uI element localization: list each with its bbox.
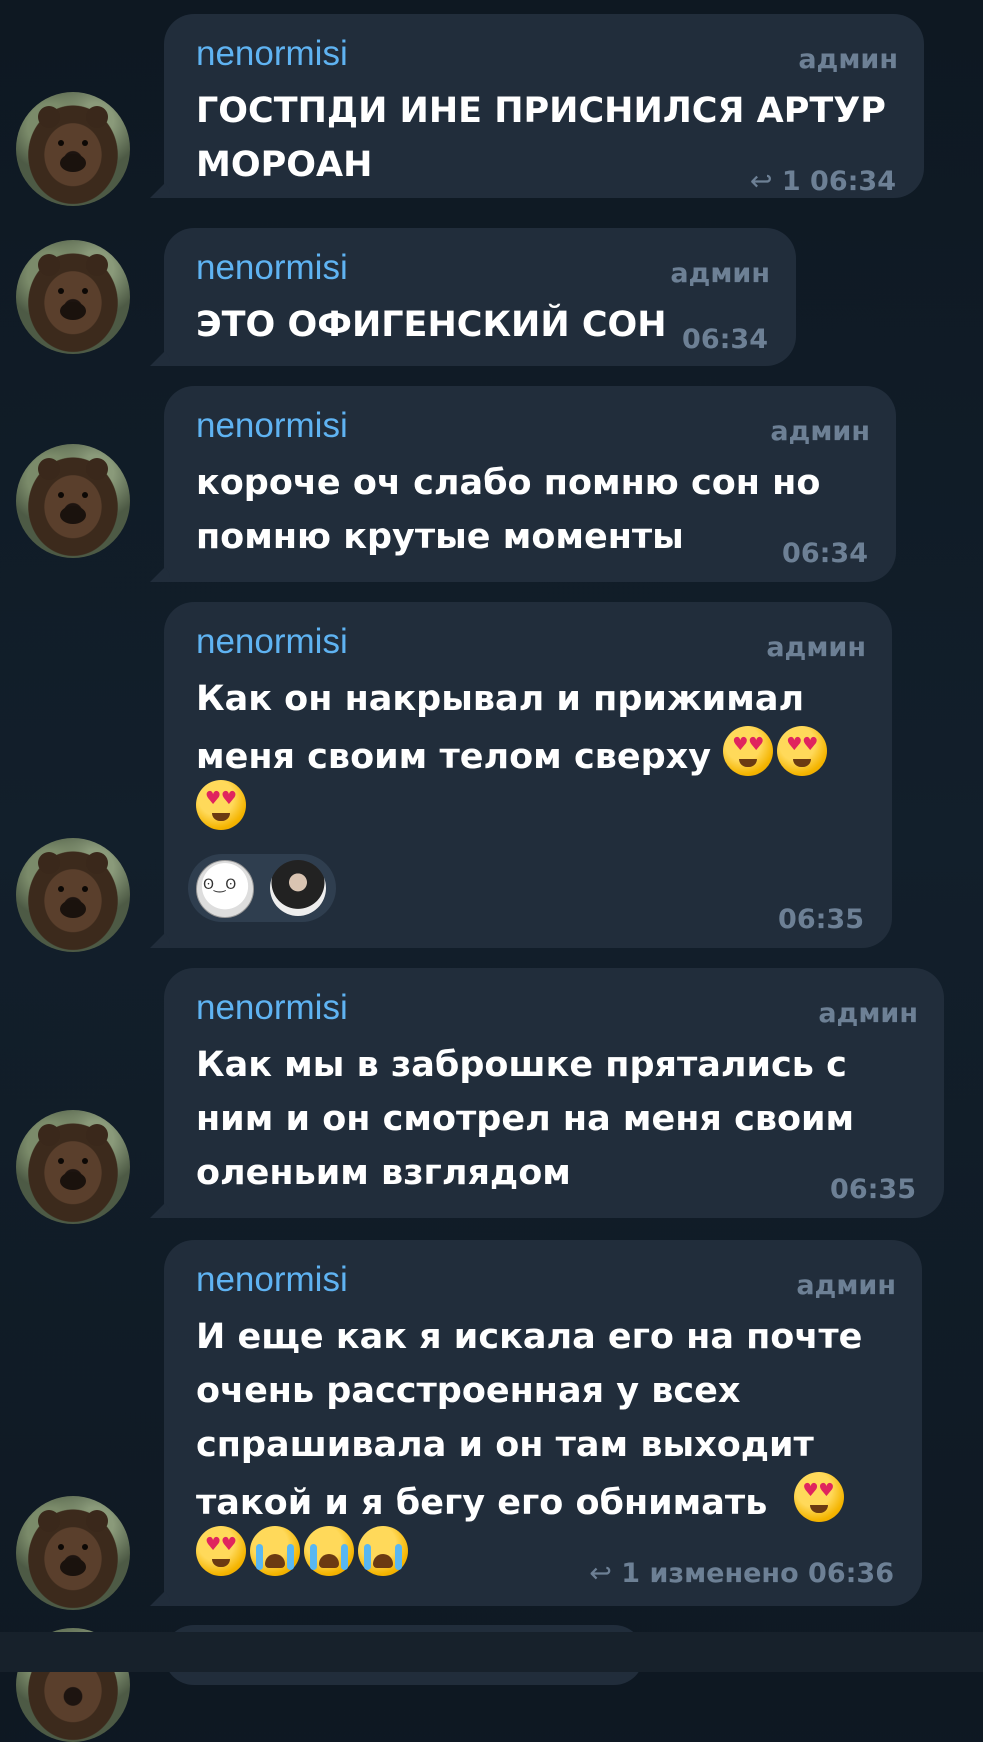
message-time: 06:34 — [782, 538, 868, 569]
avatar[interactable] — [16, 1496, 130, 1610]
admin-badge: админ — [796, 1270, 896, 1301]
message-text-line: ним и он смотрел на меня своим — [196, 1099, 855, 1139]
message-text-line: оленьим взглядом — [196, 1153, 571, 1193]
avatar[interactable] — [16, 838, 130, 952]
loudly-crying-face-icon — [250, 1526, 300, 1576]
smiling-face-with-heart-eyes-icon — [777, 726, 828, 776]
reply-count[interactable]: 1 — [621, 1558, 640, 1589]
message-text-line: Как он накрывал и прижимал — [196, 679, 805, 719]
sender-name[interactable]: nenormisi — [196, 34, 348, 74]
reactions-bar[interactable] — [188, 854, 336, 922]
message-time: 06:35 — [830, 1174, 916, 1205]
message-text-line: короче оч слабо помню сон но — [196, 463, 821, 503]
message-text-line: спрашивала и он там выходит — [196, 1425, 814, 1465]
sender-name[interactable]: nenormisi — [196, 406, 348, 446]
edited-label: изменено — [649, 1558, 799, 1589]
reply-arrow-icon[interactable]: ↩ — [589, 1558, 612, 1589]
message-time: 06:36 — [808, 1558, 894, 1589]
message-bubble[interactable]: nenormisi админ ЭТО ОФИГЕНСКИЙ СОН 06:34 — [164, 228, 796, 366]
loudly-crying-face-icon — [304, 1526, 354, 1576]
reply-arrow-icon[interactable]: ↩ — [750, 166, 773, 197]
smiling-face-with-heart-eyes-icon — [723, 726, 774, 776]
admin-badge: админ — [770, 416, 870, 447]
sender-name[interactable]: nenormisi — [196, 622, 348, 662]
reactor-avatar[interactable] — [270, 860, 326, 916]
message-meta: ↩ 1 изменено 06:36 — [589, 1558, 894, 1589]
message-text-line: И еще как я искала его на почте — [196, 1317, 863, 1357]
message-text: такой и я бегу его обнимать — [196, 1483, 768, 1523]
message-text-line: помню крутые моменты — [196, 517, 684, 557]
message-emoji-line — [196, 780, 250, 838]
message-meta: ↩ 1 06:34 — [750, 166, 896, 197]
admin-badge: админ — [670, 258, 770, 289]
message-text-line: ГОСТПДИ ИНЕ ПРИСНИЛСЯ АРТУР — [196, 91, 886, 131]
admin-badge: админ — [766, 632, 866, 663]
message-time: 06:35 — [778, 904, 864, 935]
smiling-face-with-heart-eyes-icon — [196, 780, 246, 830]
admin-badge: админ — [798, 44, 898, 75]
loudly-crying-face-icon — [358, 1526, 408, 1576]
smiling-face-with-heart-eyes-icon — [793, 1472, 844, 1522]
reactor-avatar[interactable] — [196, 860, 254, 918]
sender-name[interactable]: nenormisi — [196, 1260, 348, 1300]
avatar[interactable] — [16, 92, 130, 206]
avatar[interactable] — [16, 444, 130, 558]
message-text-line: очень расстроенная у всех — [196, 1371, 741, 1411]
message-time: 06:34 — [810, 166, 896, 197]
reply-count[interactable]: 1 — [782, 166, 801, 197]
message-text-line: такой и я бегу его обнимать — [196, 1472, 848, 1530]
admin-badge: админ — [818, 998, 918, 1029]
sender-name[interactable]: nenormisi — [196, 988, 348, 1028]
message-text-line: Как мы в заброшке прятались с — [196, 1045, 847, 1085]
message-bubble[interactable]: nenormisi админ короче оч слабо помню со… — [164, 386, 896, 582]
avatar[interactable] — [16, 1110, 130, 1224]
message-text: меня своим телом сверху — [196, 737, 712, 777]
message-bubble[interactable]: nenormisi админ И еще как я искала его н… — [164, 1240, 922, 1606]
message-text-line: МОРОАН — [196, 145, 373, 185]
message-bubble[interactable]: nenormisi админ ГОСТПДИ ИНЕ ПРИСНИЛСЯ АР… — [164, 14, 924, 198]
message-emoji-line — [196, 1526, 412, 1584]
message-text-line: меня своим телом сверху — [196, 726, 831, 784]
bottom-bar — [0, 1632, 983, 1672]
message-time: 06:34 — [682, 324, 768, 355]
sender-name[interactable]: nenormisi — [196, 248, 348, 288]
message-bubble[interactable]: nenormisi админ Как он накрывал и прижим… — [164, 602, 892, 948]
avatar[interactable] — [16, 240, 130, 354]
message-text-line: ЭТО ОФИГЕНСКИЙ СОН — [196, 305, 667, 345]
message-bubble[interactable]: nenormisi админ Как мы в заброшке прятал… — [164, 968, 944, 1218]
smiling-face-with-heart-eyes-icon — [196, 1526, 246, 1576]
